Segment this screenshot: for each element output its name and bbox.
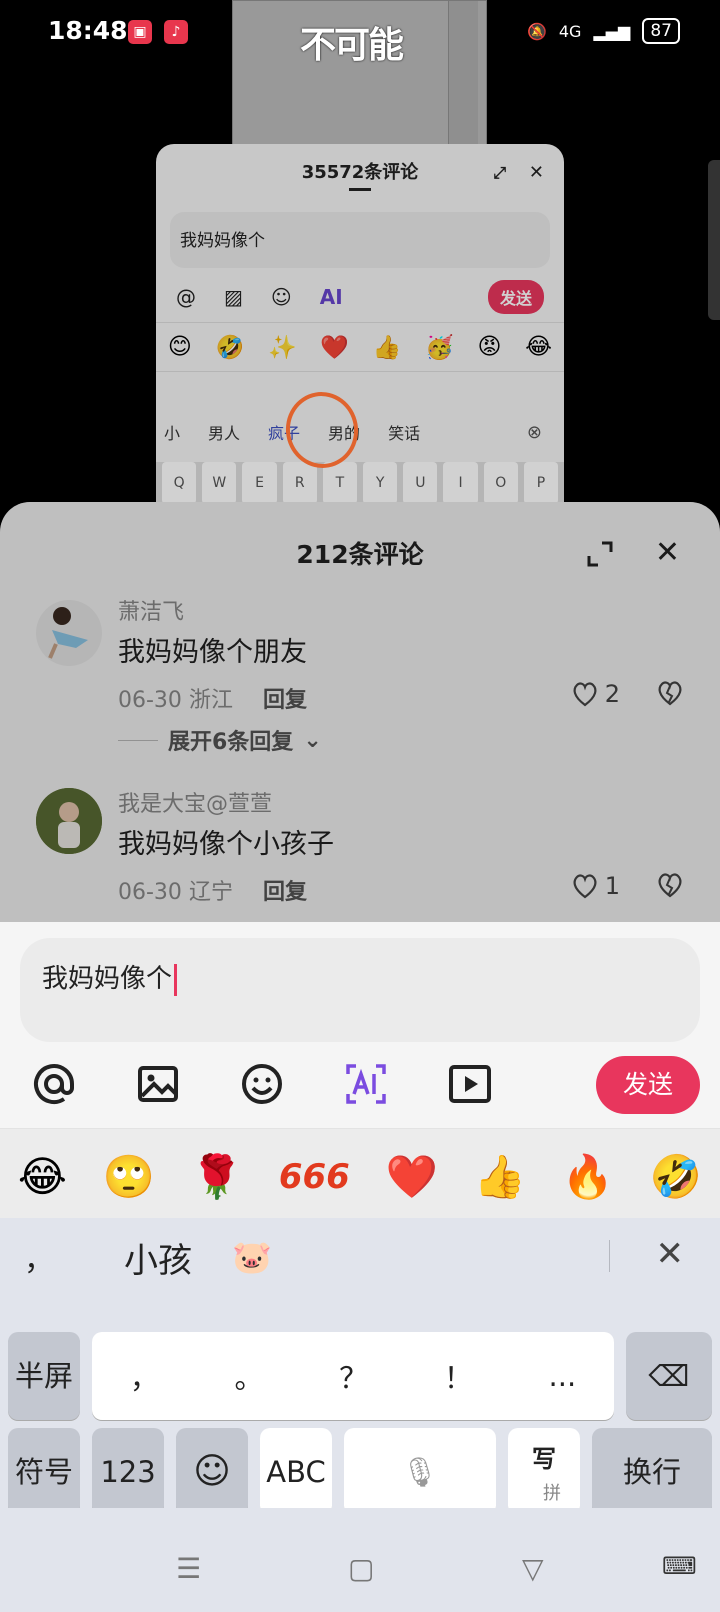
candidate-word[interactable]: 小孩: [124, 1233, 192, 1282]
bg-at-icon: @: [176, 285, 196, 309]
keyboard-hide-icon[interactable]: ⌨: [662, 1552, 697, 1580]
abc-key[interactable]: ABC: [260, 1428, 332, 1516]
signal-icon: ▂▄▆: [593, 21, 631, 41]
bg-expand-icon: ⤢: [493, 163, 506, 182]
system-nav-bar: ☰ ▢ ▽ ⌨: [0, 1508, 720, 1612]
status-bar: 18:48 ▣ ♪ 🔕 4G ▂▄▆ 87: [0, 0, 720, 66]
candidate-emoji[interactable]: 🐷: [232, 1238, 272, 1276]
key-ellipsis[interactable]: ...: [549, 1359, 577, 1393]
bg-keyboard-row: QWERTYUIOP: [156, 462, 564, 504]
comment-text[interactable]: 我妈妈像个朋友: [118, 630, 307, 669]
key-exclaim[interactable]: ！: [444, 1355, 473, 1397]
screen-record-icon: ▣: [128, 20, 152, 44]
bg-panel-title: 35572条评论: [301, 162, 419, 183]
comment-username[interactable]: 萧洁飞: [118, 594, 184, 626]
bg-clear-icon: ⊗: [526, 421, 542, 443]
mute-icon: 🔕: [526, 21, 547, 41]
enter-key[interactable]: 换行: [592, 1428, 712, 1516]
side-handle: [708, 160, 720, 320]
microphone-icon: 🎙: [401, 1455, 439, 1489]
bg-candidate: 小: [164, 424, 181, 443]
bg-image-icon: ▨: [224, 285, 243, 309]
screen: 18:48 ▣ ♪ 🔕 4G ▂▄▆ 87 不可能 35572条评论 ⤢ ✕ 我…: [0, 0, 720, 1612]
bg-ai-icon: AI: [319, 285, 343, 309]
avatar[interactable]: [36, 600, 102, 666]
backspace-key[interactable]: ⌫: [626, 1332, 712, 1420]
home-square-icon[interactable]: ▢: [348, 1552, 374, 1585]
reply-button[interactable]: 回复: [263, 880, 307, 905]
bg-comment-input: 我妈妈像个: [170, 212, 550, 268]
half-screen-key[interactable]: 半屏: [8, 1332, 80, 1420]
bg-send-button: 发送: [487, 280, 544, 314]
compose-toolbar: 发送: [0, 1056, 720, 1118]
status-time: 18:48: [48, 16, 128, 45]
status-icons: 🔕 4G ▂▄▆ 87: [527, 18, 680, 44]
back-triangle-icon[interactable]: ▽: [522, 1552, 544, 1585]
emoji-thumbsup[interactable]: 👍: [474, 1152, 526, 1202]
video-icon[interactable]: [446, 1060, 494, 1108]
menu-icon[interactable]: ☰: [176, 1552, 201, 1585]
comment-item: 萧洁飞 我妈妈像个朋友 06-30 浙江 回复 2 展开6条回复 ⌄: [0, 594, 720, 790]
emoji-rofl[interactable]: 🤣: [650, 1152, 702, 1202]
emoji-eyeroll[interactable]: 🙄: [103, 1152, 155, 1202]
emoji-icon[interactable]: [238, 1060, 286, 1108]
image-icon[interactable]: [134, 1060, 182, 1108]
tiktok-icon: ♪: [164, 20, 188, 44]
punctuation-key-row: ， 。 ？ ！ ...: [92, 1332, 614, 1420]
bg-close-icon: ✕: [528, 162, 544, 183]
bg-candidate-row: 小 男人 疯子 男的 笑话 ⊗: [156, 404, 564, 460]
comment-username[interactable]: 我是大宝@萱萱: [118, 786, 272, 818]
bg-candidate: 笑话: [388, 424, 421, 443]
heart-icon: [573, 682, 597, 707]
candidate-bar: ， 小孩 🐷: [0, 1218, 720, 1296]
close-button[interactable]: ✕: [655, 538, 680, 568]
bg-emoji-bar: 😊 🤣 ✨ ❤️ 👍 🥳 😡 😂: [156, 322, 564, 372]
expand-replies-button[interactable]: 展开6条回复 ⌄: [118, 724, 322, 756]
key-comma[interactable]: ，: [130, 1355, 159, 1397]
emoji-laugh[interactable]: 😂: [18, 1152, 67, 1201]
battery-indicator: 87: [642, 18, 680, 44]
send-button[interactable]: 发送: [596, 1056, 700, 1114]
comment-count-title: 212条评论: [296, 540, 424, 569]
bg-emoji-icon: ☺: [270, 285, 292, 309]
key-question[interactable]: ？: [339, 1355, 368, 1397]
candidate-comma[interactable]: ，: [24, 1235, 54, 1279]
like-button[interactable]: 2: [571, 680, 620, 708]
network-label: 4G: [558, 21, 582, 41]
symbols-key[interactable]: 符号: [8, 1428, 80, 1516]
emoji-666[interactable]: 666: [279, 1157, 350, 1197]
comment-input[interactable]: 我妈妈像个: [20, 938, 700, 1042]
text-caret: [174, 963, 178, 996]
comment-meta: 06-30 辽宁 回复: [118, 880, 307, 905]
emoji-keyboard-icon: ☺: [193, 1451, 231, 1492]
handwrite-pinyin-key[interactable]: 写拼: [508, 1428, 580, 1516]
backspace-icon: ⌫: [648, 1359, 690, 1393]
space-voice-key[interactable]: 🎙: [344, 1428, 496, 1516]
numbers-key[interactable]: 123: [92, 1428, 164, 1516]
like-count: 2: [604, 680, 620, 708]
compose-panel: 我妈妈像个 发送 😂 🙄 🌹 666 ❤️ 👍 🔥 🤣: [0, 922, 720, 1224]
comment-text[interactable]: 我妈妈像个小孩子: [118, 822, 334, 861]
at-mention-icon[interactable]: [30, 1060, 78, 1108]
heart-icon: [573, 874, 597, 899]
close-candidates-icon[interactable]: ✕: [656, 1234, 685, 1274]
emoji-heart[interactable]: ❤️: [386, 1152, 438, 1202]
emoji-key[interactable]: ☺: [176, 1428, 248, 1516]
emoji-fire[interactable]: 🔥: [562, 1152, 614, 1202]
chevron-down-icon: ⌄: [303, 727, 322, 753]
key-period[interactable]: 。: [235, 1355, 264, 1397]
dislike-icon[interactable]: [656, 872, 684, 898]
like-button[interactable]: 1: [571, 872, 620, 900]
dislike-icon[interactable]: [656, 680, 684, 706]
expand-icon[interactable]: [586, 540, 614, 568]
bg-candidate: 男人: [208, 424, 241, 443]
avatar[interactable]: [36, 788, 102, 854]
ai-icon[interactable]: [342, 1060, 390, 1108]
like-count: 1: [604, 872, 620, 900]
emoji-rose[interactable]: 🌹: [191, 1152, 243, 1202]
comment-meta: 06-30 浙江 回复: [118, 688, 307, 713]
quick-emoji-bar: 😂 🙄 🌹 666 ❤️ 👍 🔥 🤣: [0, 1128, 720, 1224]
reply-button[interactable]: 回复: [263, 688, 307, 713]
